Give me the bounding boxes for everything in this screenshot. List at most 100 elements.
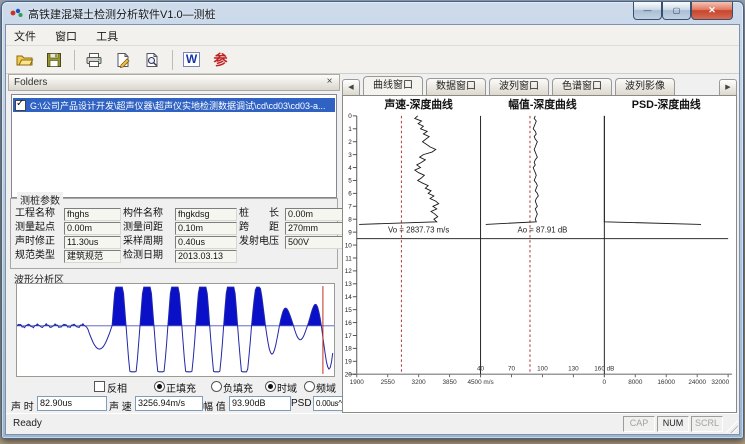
waveform-display[interactable]: [16, 283, 335, 377]
svg-text:8: 8: [348, 216, 352, 223]
titlebar[interactable]: 高铁建混凝土检测分析软件V1.0—测桩 — ▢ ✕: [2, 2, 743, 24]
sound-time-label: 声 时: [11, 398, 34, 413]
sound-speed-label: 声 速: [109, 398, 132, 413]
status-text: Ready: [13, 418, 42, 429]
floppy-disk-icon: [46, 52, 62, 68]
param-field-pile-length[interactable]: 0.00m: [285, 208, 345, 221]
svg-text:4500 m/s: 4500 m/s: [467, 379, 493, 386]
window-title: 高铁建混凝土检测分析软件V1.0—测桩: [28, 6, 216, 22]
menu-tools[interactable]: 工具: [88, 25, 126, 45]
file-list[interactable]: ✓ G:\公司产品设计开发\超声仪器\超声仪实地检测数据调试\cd\cd03\c…: [11, 94, 337, 198]
tab-curve-window[interactable]: 曲线窗口: [363, 76, 423, 95]
open-file-button[interactable]: [11, 48, 38, 72]
param-field-span[interactable]: 270mm: [285, 222, 345, 235]
svg-text:1: 1: [348, 126, 352, 133]
svg-text:6: 6: [348, 191, 352, 198]
save-button[interactable]: [40, 48, 67, 72]
svg-text:10: 10: [345, 242, 353, 249]
print-preview-button[interactable]: [138, 48, 165, 72]
param-field-component-name[interactable]: fhgkdsg: [175, 208, 237, 221]
param-field-start-point[interactable]: 0.00m: [64, 222, 121, 235]
svg-text:3200: 3200: [412, 379, 427, 386]
sound-time-field[interactable]: 82.90us: [37, 396, 107, 411]
svg-text:1900: 1900: [350, 379, 365, 386]
svg-text:3: 3: [348, 152, 352, 159]
depth-curve-charts[interactable]: 01234567891011121314151617181920声速-深度曲线1…: [342, 95, 737, 413]
svg-text:18: 18: [345, 346, 353, 353]
svg-text:Ao = 87.91 dB: Ao = 87.91 dB: [517, 226, 567, 235]
time-domain-radio[interactable]: [265, 381, 276, 392]
svg-text:130: 130: [568, 365, 579, 372]
svg-text:0: 0: [603, 379, 607, 386]
svg-text:19: 19: [345, 359, 353, 366]
tab-spectrum-window[interactable]: 色谱窗口: [552, 78, 612, 95]
tab-data-window[interactable]: 数据窗口: [426, 78, 486, 95]
svg-text:2: 2: [348, 139, 352, 146]
file-path: G:\公司产品设计开发\超声仪器\超声仪实地检测数据调试\cd\cd03\cd0…: [30, 99, 326, 112]
psd-field[interactable]: 0.00us^2/m: [313, 396, 344, 411]
param-label: 构件名称: [123, 207, 173, 221]
minimize-button[interactable]: —: [633, 2, 662, 20]
svg-text:7: 7: [348, 204, 352, 211]
param-field-interval[interactable]: 0.10m: [175, 222, 237, 235]
param-field-test-date[interactable]: 2013.03.13: [175, 250, 237, 263]
caps-indicator: CAP: [623, 416, 655, 432]
svg-text:20: 20: [345, 371, 353, 378]
invert-checkbox[interactable]: [94, 381, 105, 392]
fill-positive-radio[interactable]: [154, 381, 165, 392]
param-label: 测量间距: [123, 221, 173, 235]
pile-params-group: 测桩参数 工程名称 fhghs 构件名称 fhgkdsg 桩 长 0.00m 测…: [10, 198, 338, 269]
svg-text:40: 40: [477, 365, 485, 372]
param-label: 工程名称: [15, 207, 62, 221]
keyboard-indicators: CAP NUM SCRL: [623, 416, 723, 432]
waveform-options-row: 反相 正填充 负填充 时域 频域: [8, 380, 340, 393]
resize-grip[interactable]: [725, 420, 738, 433]
sound-speed-field[interactable]: 3256.94m/s: [135, 396, 203, 411]
param-field-spec-type[interactable]: 建筑规范: [64, 250, 121, 263]
print-button[interactable]: [80, 48, 107, 72]
tab-scroll-right-icon[interactable]: ▶: [719, 79, 737, 95]
param-label: 跨 距: [239, 221, 283, 235]
svg-text:16: 16: [345, 320, 353, 327]
fill-negative-radio[interactable]: [211, 381, 222, 392]
param-field-sample-period[interactable]: 0.40us: [175, 236, 237, 249]
word-export-button[interactable]: W: [178, 48, 205, 72]
folders-panel-header[interactable]: Folders ×: [8, 74, 340, 91]
menu-file[interactable]: 文件: [6, 25, 44, 45]
printer-icon: [85, 52, 103, 68]
tab-scroll-left-icon[interactable]: ◀: [342, 79, 360, 95]
param-field-project-name[interactable]: fhghs: [64, 208, 121, 221]
parameter-button[interactable]: 参: [207, 48, 234, 72]
freq-domain-radio[interactable]: [304, 381, 315, 392]
file-checkbox[interactable]: ✓: [15, 100, 26, 111]
file-list-item[interactable]: ✓ G:\公司产品设计开发\超声仪器\超声仪实地检测数据调试\cd\cd03\c…: [13, 98, 335, 112]
svg-text:15: 15: [345, 307, 353, 314]
param-label: 规范类型: [15, 249, 62, 263]
fill-positive-label: 正填充: [166, 380, 196, 395]
svg-text:声速-深度曲线: 声速-深度曲线: [383, 97, 453, 111]
close-button[interactable]: ✕: [691, 2, 733, 20]
tab-wavetrain-image[interactable]: 波列影像: [615, 78, 675, 95]
maximize-button[interactable]: ▢: [662, 2, 691, 20]
svg-text:11: 11: [345, 255, 352, 262]
svg-text:0: 0: [348, 113, 352, 120]
psd-label: PSD: [291, 398, 312, 409]
window-controls: — ▢ ✕: [633, 2, 733, 20]
param-field-time-correction[interactable]: 11.30us: [64, 236, 121, 249]
svg-text:幅值-深度曲线: 幅值-深度曲线: [508, 97, 577, 111]
param-field-voltage[interactable]: 500V: [285, 236, 345, 249]
tab-strip: ◀ 曲线窗口 数据窗口 波列窗口 色谱窗口 波列影像 ▶: [342, 76, 737, 95]
tab-wavetrain-window[interactable]: 波列窗口: [489, 78, 549, 95]
svg-text:16000: 16000: [657, 379, 675, 386]
param-label: 采样周期: [123, 235, 173, 249]
svg-text:32000: 32000: [711, 379, 729, 386]
svg-text:9: 9: [348, 229, 352, 236]
amplitude-field[interactable]: 93.90dB: [229, 396, 291, 411]
page-edit-icon: [115, 52, 131, 68]
freq-domain-label: 频域: [316, 380, 336, 395]
folders-close-icon[interactable]: ×: [323, 76, 336, 89]
export-button[interactable]: [109, 48, 136, 72]
param-label: 桩 长: [239, 207, 283, 221]
invert-label: 反相: [107, 380, 127, 395]
menu-window[interactable]: 窗口: [47, 25, 85, 45]
